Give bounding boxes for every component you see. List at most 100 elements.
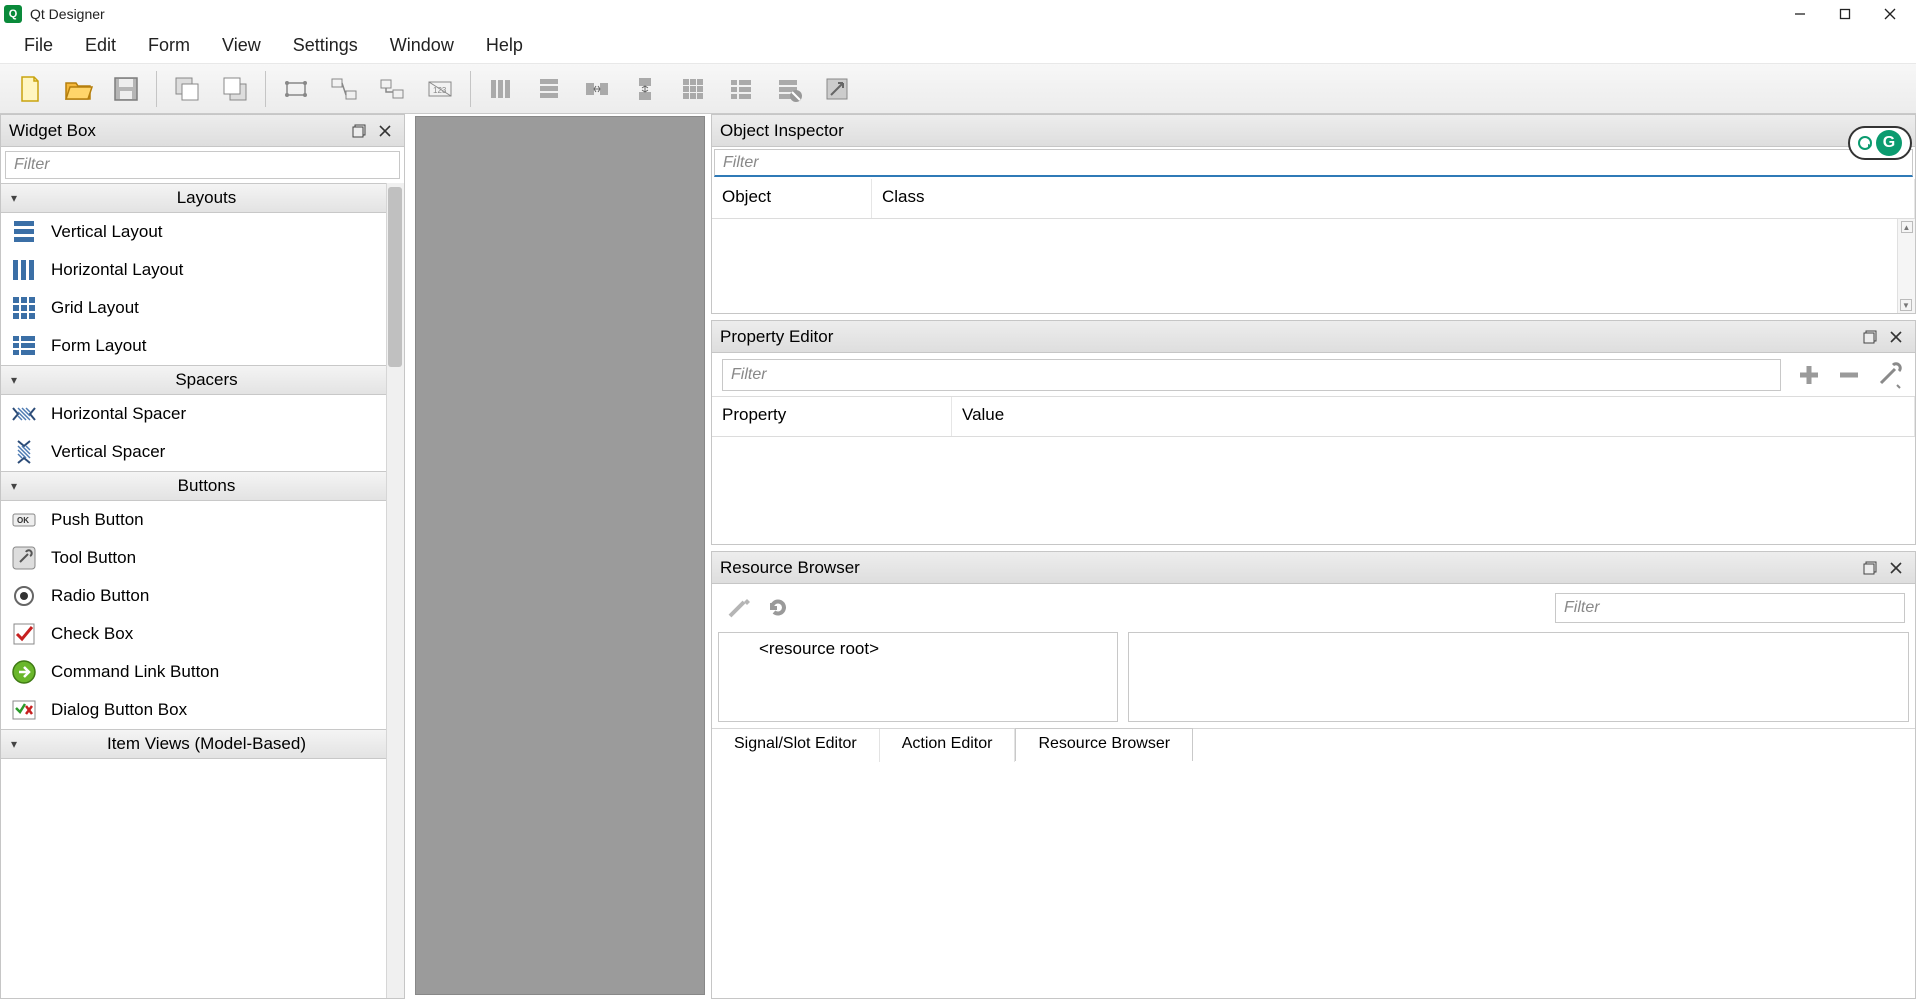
edit-tabs-button[interactable]: 123	[419, 68, 461, 110]
app-icon: Q	[4, 5, 22, 23]
layout-horizontal-button[interactable]	[480, 68, 522, 110]
category-buttons[interactable]: ▾ Buttons	[1, 471, 386, 501]
minimize-button[interactable]	[1777, 0, 1822, 28]
close-button[interactable]	[1867, 0, 1912, 28]
menu-form[interactable]: Form	[132, 31, 206, 60]
category-label: Spacers	[27, 370, 386, 390]
object-inspector-filter[interactable]	[714, 149, 1913, 177]
tab-resource-browser[interactable]: Resource Browser	[1015, 728, 1193, 761]
break-layout-button[interactable]	[768, 68, 810, 110]
configure-button[interactable]	[1869, 355, 1909, 395]
resource-browser-filter-input[interactable]	[1556, 594, 1904, 622]
resource-preview-pane[interactable]	[1128, 632, 1909, 722]
widget-box-list: ▾ Layouts Vertical Layout Horizontal Lay…	[1, 183, 404, 759]
edit-widgets-button[interactable]	[275, 68, 317, 110]
widget-item-label: Command Link Button	[51, 662, 219, 682]
table-header-property[interactable]: Property	[712, 397, 952, 436]
category-layouts[interactable]: ▾ Layouts	[1, 183, 386, 213]
property-editor-filter[interactable]	[722, 359, 1781, 391]
widget-item-push-button[interactable]: OK Push Button	[1, 501, 386, 539]
resource-browser-title: Resource Browser	[720, 558, 1855, 578]
design-canvas[interactable]	[415, 116, 705, 995]
table-header-value[interactable]: Value	[952, 397, 1915, 436]
layout-form-button[interactable]	[720, 68, 762, 110]
property-editor-close-button[interactable]	[1885, 326, 1907, 348]
grammarly-widget[interactable]: G	[1848, 126, 1912, 160]
resource-browser-header: Resource Browser	[712, 552, 1915, 584]
menu-window[interactable]: Window	[374, 31, 470, 60]
property-editor-float-button[interactable]	[1859, 326, 1881, 348]
remove-property-button[interactable]	[1829, 355, 1869, 395]
reload-resources-button[interactable]	[758, 588, 798, 628]
tool-button-icon	[9, 543, 39, 573]
widget-box-scrollbar[interactable]	[386, 183, 404, 998]
edit-signals-button[interactable]	[323, 68, 365, 110]
tab-action-editor[interactable]: Action Editor	[880, 729, 1016, 762]
table-header-object[interactable]: Object	[712, 179, 872, 218]
widget-item-radio-button[interactable]: Radio Button	[1, 577, 386, 615]
property-editor-table-body	[712, 437, 1915, 544]
widget-item-horizontal-layout[interactable]: Horizontal Layout	[1, 251, 386, 289]
menu-file[interactable]: File	[8, 31, 69, 60]
new-file-button[interactable]	[9, 68, 51, 110]
widget-box-filter-input[interactable]	[6, 152, 399, 178]
grammarly-logo-icon: G	[1876, 130, 1902, 156]
scroll-down-icon[interactable]: ▼	[1900, 299, 1912, 311]
widget-item-horizontal-spacer[interactable]: Horizontal Spacer	[1, 395, 386, 433]
scrollbar-thumb[interactable]	[388, 187, 402, 367]
widget-box-filter[interactable]	[5, 151, 400, 179]
menu-edit[interactable]: Edit	[69, 31, 132, 60]
menubar: File Edit Form View Settings Window Help	[0, 28, 1916, 64]
edit-resources-button[interactable]	[718, 588, 758, 628]
property-editor-table-header: Property Value	[712, 397, 1915, 437]
widget-box-float-button[interactable]	[348, 120, 370, 142]
svg-text:123: 123	[433, 86, 447, 95]
widget-item-vertical-layout[interactable]: Vertical Layout	[1, 213, 386, 251]
widget-item-label: Tool Button	[51, 548, 136, 568]
resource-tree-pane[interactable]: <resource root>	[718, 632, 1118, 722]
maximize-button[interactable]	[1822, 0, 1867, 28]
chevron-down-icon: ▾	[1, 191, 27, 205]
layout-vertical-button[interactable]	[528, 68, 570, 110]
resource-browser-close-button[interactable]	[1885, 557, 1907, 579]
property-editor-filter-input[interactable]	[723, 360, 1780, 390]
layout-horizontal-splitter-button[interactable]	[576, 68, 618, 110]
layout-grid-button[interactable]	[672, 68, 714, 110]
resource-browser-filter[interactable]	[1555, 593, 1905, 623]
adjust-size-button[interactable]	[816, 68, 858, 110]
category-item-views[interactable]: ▾ Item Views (Model-Based)	[1, 729, 386, 759]
save-file-button[interactable]	[105, 68, 147, 110]
widget-item-dialog-button-box[interactable]: Dialog Button Box	[1, 691, 386, 729]
widget-item-grid-layout[interactable]: Grid Layout	[1, 289, 386, 327]
table-header-class[interactable]: Class	[872, 179, 1915, 218]
widget-item-vertical-spacer[interactable]: Vertical Spacer	[1, 433, 386, 471]
send-back-button[interactable]	[166, 68, 208, 110]
tab-signal-slot-editor[interactable]: Signal/Slot Editor	[712, 729, 880, 762]
open-file-button[interactable]	[57, 68, 99, 110]
layout-vertical-splitter-button[interactable]	[624, 68, 666, 110]
edit-buddies-button[interactable]	[371, 68, 413, 110]
widget-item-check-box[interactable]: Check Box	[1, 615, 386, 653]
widget-box-header: Widget Box	[1, 115, 404, 147]
menu-view[interactable]: View	[206, 31, 277, 60]
widget-item-label: Radio Button	[51, 586, 149, 606]
chevron-down-icon: ▾	[1, 373, 27, 387]
object-inspector-filter-input[interactable]	[715, 150, 1912, 175]
add-property-button[interactable]	[1789, 355, 1829, 395]
scroll-up-icon[interactable]: ▲	[1901, 221, 1913, 233]
grammarly-status-icon	[1858, 136, 1872, 150]
widget-box-title: Widget Box	[9, 121, 344, 141]
chevron-down-icon: ▾	[1, 479, 27, 493]
widget-item-form-layout[interactable]: Form Layout	[1, 327, 386, 365]
menu-help[interactable]: Help	[470, 31, 539, 60]
chevron-down-icon: ▾	[1, 737, 27, 751]
resource-browser-float-button[interactable]	[1859, 557, 1881, 579]
resource-root-item[interactable]: <resource root>	[729, 639, 1107, 659]
widget-item-tool-button[interactable]: Tool Button	[1, 539, 386, 577]
widget-item-command-link-button[interactable]: Command Link Button	[1, 653, 386, 691]
menu-settings[interactable]: Settings	[277, 31, 374, 60]
category-spacers[interactable]: ▾ Spacers	[1, 365, 386, 395]
widget-box-close-button[interactable]	[374, 120, 396, 142]
bring-front-button[interactable]	[214, 68, 256, 110]
object-inspector-scrollbar[interactable]: ▲ ▼	[1897, 219, 1915, 313]
